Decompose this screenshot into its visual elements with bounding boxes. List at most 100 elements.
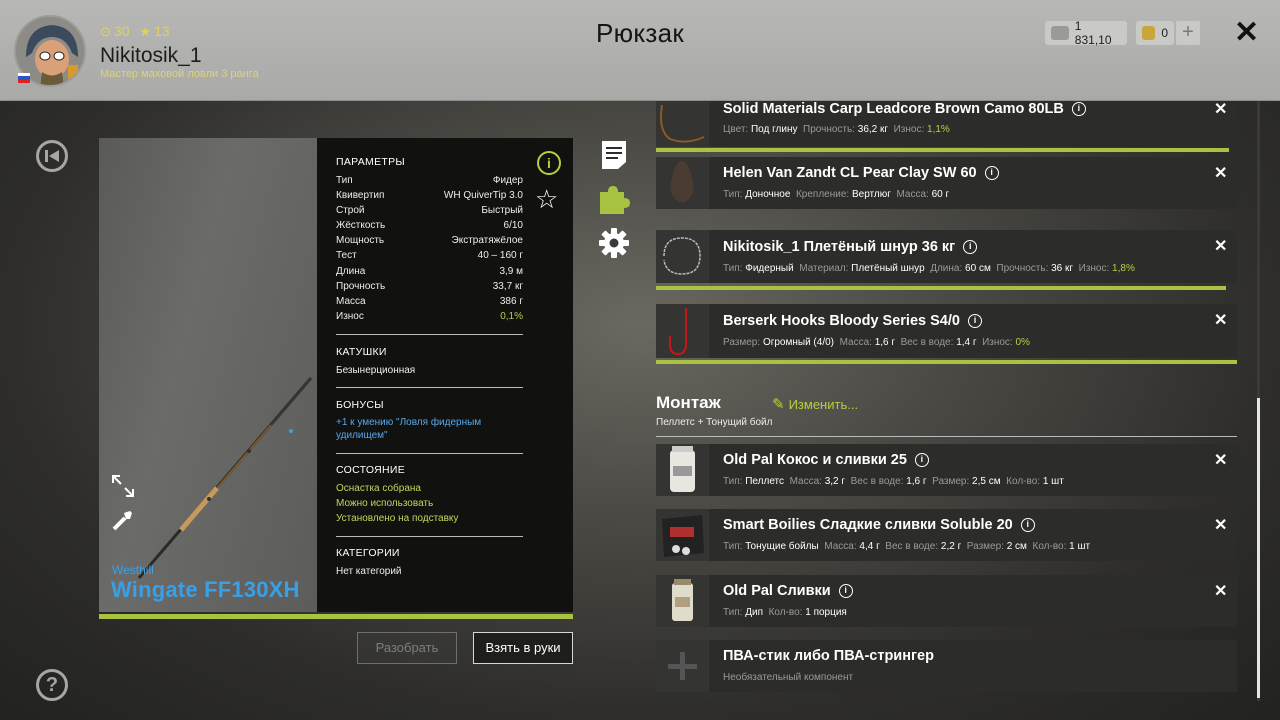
- param-row: Масса 386 г: [336, 295, 523, 307]
- remove-item-button[interactable]: ✕: [1214, 450, 1227, 470]
- info-icon[interactable]: i: [838, 584, 853, 598]
- reels-title: КАТУШКИ: [336, 346, 387, 358]
- param-row: Износ 0,1%: [336, 310, 523, 322]
- item-props: Размер: Огромный (4/0) Масса: 1,6 г Вес …: [723, 337, 1030, 348]
- item-thumbnail: [656, 509, 709, 561]
- remove-item-button[interactable]: ✕: [1214, 310, 1227, 330]
- categories-title: КАТЕГОРИИ: [336, 547, 400, 559]
- back-button[interactable]: [36, 140, 68, 172]
- bonus-section: БОНУСЫ +1 к умению "Ловля фидерным удили…: [336, 399, 523, 442]
- rod-condition-bar: [99, 614, 573, 619]
- param-row: Квивертип WH QuiverTip 3.0: [336, 190, 523, 202]
- divider: [656, 436, 1237, 437]
- item-thumbnail: [656, 304, 709, 358]
- param-row: Тест 40 – 160 г: [336, 250, 523, 262]
- remove-item-button[interactable]: ✕: [1214, 99, 1227, 119]
- leader-wear-bar: [656, 148, 1229, 152]
- rod-preview: [99, 138, 317, 612]
- info-icon[interactable]: i: [984, 166, 999, 180]
- bonus-value: +1 к умению "Ловля фидерным удилищем": [336, 417, 482, 441]
- item-thumbnail: [656, 230, 709, 283]
- item-props: Тип: Фидерный Материал: Плетёный шнур Дл…: [723, 263, 1135, 274]
- remove-item-button[interactable]: ✕: [1214, 581, 1227, 601]
- state-item: Установлено на подставку: [336, 513, 459, 524]
- item-name: Old Pal Кокос и сливки 25 i: [723, 452, 929, 468]
- item-props: Тип: Дип Кол-во: 1 порция: [723, 607, 847, 618]
- reels-section: КАТУШКИ Безынерционная: [336, 346, 523, 378]
- expand-icon[interactable]: [110, 473, 136, 499]
- document-icon[interactable]: [601, 140, 627, 170]
- top-bar: ⊙ 30 ★ 13 Nikitosik_1 Мастер маховой ловли…: [0, 0, 1280, 101]
- divider: [336, 387, 523, 388]
- favorite-star-icon[interactable]: ☆: [535, 184, 558, 215]
- tackle-item-line[interactable]: Nikitosik_1 Плетёный шнур 36 кг i Тип: Фи…: [656, 230, 1237, 283]
- remove-item-button[interactable]: ✕: [1214, 236, 1227, 256]
- item-props: Цвет: Под глину Прочность: 36,2 кг Износ…: [723, 124, 950, 135]
- silver-balance: 1 831,10: [1045, 19, 1127, 47]
- item-name: Helen Van Zandt CL Pear Clay SW 60 i: [723, 165, 999, 181]
- item-props: Тип: Тонущие бойлы Масса: 4,4 г Вес в во…: [723, 541, 1091, 552]
- add-pva-slot[interactable]: ПВА-стик либо ПВА-стрингер Необязательны…: [656, 640, 1237, 692]
- state-item: Оснастка собрана: [336, 483, 421, 494]
- puzzle-icon[interactable]: [598, 184, 630, 216]
- info-icon[interactable]: i: [914, 453, 929, 467]
- param-row: Длина 3,9 м: [336, 265, 523, 277]
- item-name: Solid Materials Carp Leadcore Brown Camo…: [723, 101, 1086, 117]
- parameters-title: ПАРАМЕТРЫ: [336, 156, 406, 168]
- remove-item-button[interactable]: ✕: [1214, 163, 1227, 183]
- param-row: Прочность 33,7 кг: [336, 280, 523, 292]
- item-name: Berserk Hooks Bloody Series S4/0 i: [723, 313, 982, 329]
- disassemble-button[interactable]: Разобрать: [357, 632, 457, 664]
- param-row: Тип Фидер: [336, 175, 523, 186]
- info-icon[interactable]: i: [967, 314, 982, 328]
- gear-icon[interactable]: [598, 227, 630, 259]
- info-icon[interactable]: i: [963, 240, 978, 254]
- info-icon[interactable]: i: [1071, 102, 1086, 116]
- categories-section: КАТЕГОРИИ Нет категорий: [336, 547, 523, 579]
- item-thumbnail: [656, 444, 709, 496]
- remove-item-button[interactable]: ✕: [1214, 515, 1227, 535]
- edit-montage-button[interactable]: ✎ Изменить...: [772, 395, 858, 413]
- item-props: Тип: Доночное Крепление: Вертлюг Масса: …: [723, 189, 950, 200]
- gold-balance: 0: [1136, 21, 1174, 45]
- info-icon[interactable]: i: [1020, 518, 1035, 532]
- item-props: Тип: Пеллетс Масса: 3,2 г Вес в воде: 1,…: [723, 476, 1064, 487]
- add-slot-thumbnail: [656, 640, 709, 692]
- rod-image: [137, 377, 313, 579]
- hook-wear-bar: [656, 360, 1237, 364]
- item-name: Old Pal Сливки i: [723, 583, 853, 599]
- param-row: Мощность Экстратяжёлое: [336, 235, 523, 247]
- add-gold-button[interactable]: +: [1176, 21, 1200, 45]
- rod-brand: Westhill: [112, 563, 154, 577]
- item-name: ПВА-стик либо ПВА-стрингер: [723, 648, 934, 664]
- wrench-icon[interactable]: [110, 507, 136, 533]
- back-icon: [45, 150, 59, 162]
- help-button[interactable]: ?: [36, 669, 68, 701]
- categories-value: Нет категорий: [336, 566, 402, 577]
- montage-title: Монтаж: [656, 393, 721, 412]
- bait-item-pellets[interactable]: Old Pal Кокос и сливки 25 i Тип: Пеллетс …: [656, 444, 1237, 496]
- tackle-item-leader[interactable]: Solid Materials Carp Leadcore Brown Camo…: [656, 101, 1237, 147]
- player-rank: Мастер маховой ловли 3 ранга: [100, 68, 259, 80]
- info-icon[interactable]: i: [537, 151, 561, 175]
- take-in-hands-button[interactable]: Взять в руки: [473, 632, 573, 664]
- silver-icon: [1051, 26, 1069, 40]
- divider: [336, 453, 523, 454]
- bonus-title: БОНУСЫ: [336, 399, 384, 411]
- item-props: Необязательный компонент: [723, 672, 854, 683]
- tackle-item-hook[interactable]: Berserk Hooks Bloody Series S4/0 i Размер…: [656, 304, 1237, 358]
- item-name: Smart Boilies Сладкие сливки Soluble 20 i: [723, 517, 1035, 533]
- state-item: Можно использовать: [336, 498, 434, 509]
- scrollbar-thumb[interactable]: [1257, 398, 1260, 698]
- bait-item-boilies[interactable]: Smart Boilies Сладкие сливки Soluble 20 i…: [656, 509, 1237, 561]
- montage-subtitle: Пеллетс + Тонущий бойл: [656, 417, 773, 428]
- rod-name: Wingate FF130XH: [111, 577, 300, 602]
- tackle-item-sinker[interactable]: Helen Van Zandt CL Pear Clay SW 60 i Тип:…: [656, 157, 1237, 209]
- item-thumbnail: [656, 575, 709, 627]
- close-button[interactable]: ✕: [1234, 15, 1259, 50]
- divider: [336, 334, 523, 335]
- bait-item-dip[interactable]: Old Pal Сливки i Тип: Дип Кол-во: 1 порци…: [656, 575, 1237, 627]
- item-thumbnail: [656, 101, 709, 147]
- item-name: Nikitosik_1 Плетёный шнур 36 кг i: [723, 239, 978, 255]
- reels-value: Безынерционная: [336, 365, 416, 376]
